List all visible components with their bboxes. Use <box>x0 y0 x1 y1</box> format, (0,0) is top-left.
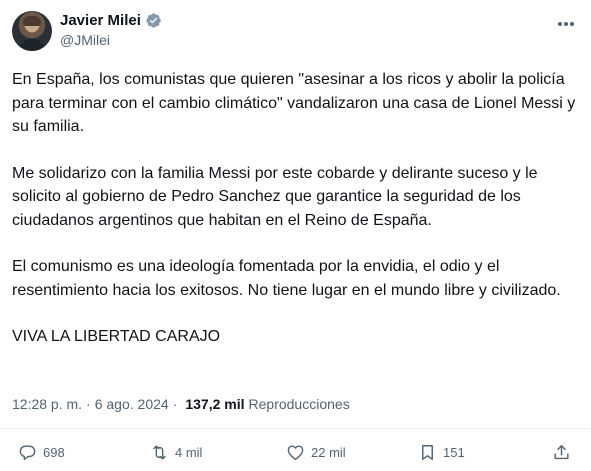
meta-separator: · <box>172 396 178 412</box>
tweet-paragraph: VIVA LA LIBERTAD CARAJO <box>12 328 221 345</box>
bookmark-button[interactable]: 151 <box>418 443 465 462</box>
author-handle[interactable]: @JMilei <box>60 32 162 48</box>
bookmark-count: 151 <box>443 445 465 460</box>
tweet-metadata: 12:28 p. m. · 6 ago. 2024 · 137,2 mil Re… <box>12 396 350 412</box>
tweet-header: Javier Milei @JMilei <box>12 11 579 53</box>
meta-separator: · <box>86 396 91 412</box>
more-options-button[interactable] <box>555 15 577 33</box>
divider <box>0 428 591 429</box>
share-icon <box>554 445 569 460</box>
avatar[interactable] <box>12 11 52 51</box>
repost-button[interactable]: 4 mil <box>150 443 202 462</box>
tweet-date[interactable]: 6 ago. 2024 <box>95 396 169 412</box>
share-button[interactable] <box>552 443 571 462</box>
tweet-paragraph: El comunismo es una ideología fomentada … <box>12 258 561 299</box>
tweet-paragraph: Me solidarizo con la familia Messi por e… <box>12 164 538 229</box>
tweet-text: En España, los comunistas que quieren "a… <box>12 68 582 372</box>
reply-count: 698 <box>43 445 65 460</box>
like-button[interactable]: 22 mil <box>286 443 346 462</box>
author-name[interactable]: Javier Milei <box>60 12 141 29</box>
views-label: Reproducciones <box>248 396 350 412</box>
tweet-time[interactable]: 12:28 p. m. <box>12 396 82 412</box>
repost-count: 4 mil <box>175 445 203 460</box>
views-count[interactable]: 137,2 mil <box>185 396 244 412</box>
verified-badge-icon <box>146 13 161 28</box>
tweet-paragraph: En España, los comunistas que quieren "a… <box>12 71 576 135</box>
reply-button[interactable]: 698 <box>18 443 65 462</box>
reply-icon <box>19 445 36 460</box>
author-name-row: Javier Milei <box>60 12 162 29</box>
like-icon <box>287 445 304 460</box>
bookmark-icon <box>422 445 433 460</box>
like-count: 22 mil <box>311 445 346 460</box>
repost-icon <box>153 445 166 460</box>
action-bar: 698 4 mil 22 mil 151 <box>12 443 577 465</box>
more-options-icon <box>558 22 574 26</box>
author-block: Javier Milei @JMilei <box>60 12 162 48</box>
